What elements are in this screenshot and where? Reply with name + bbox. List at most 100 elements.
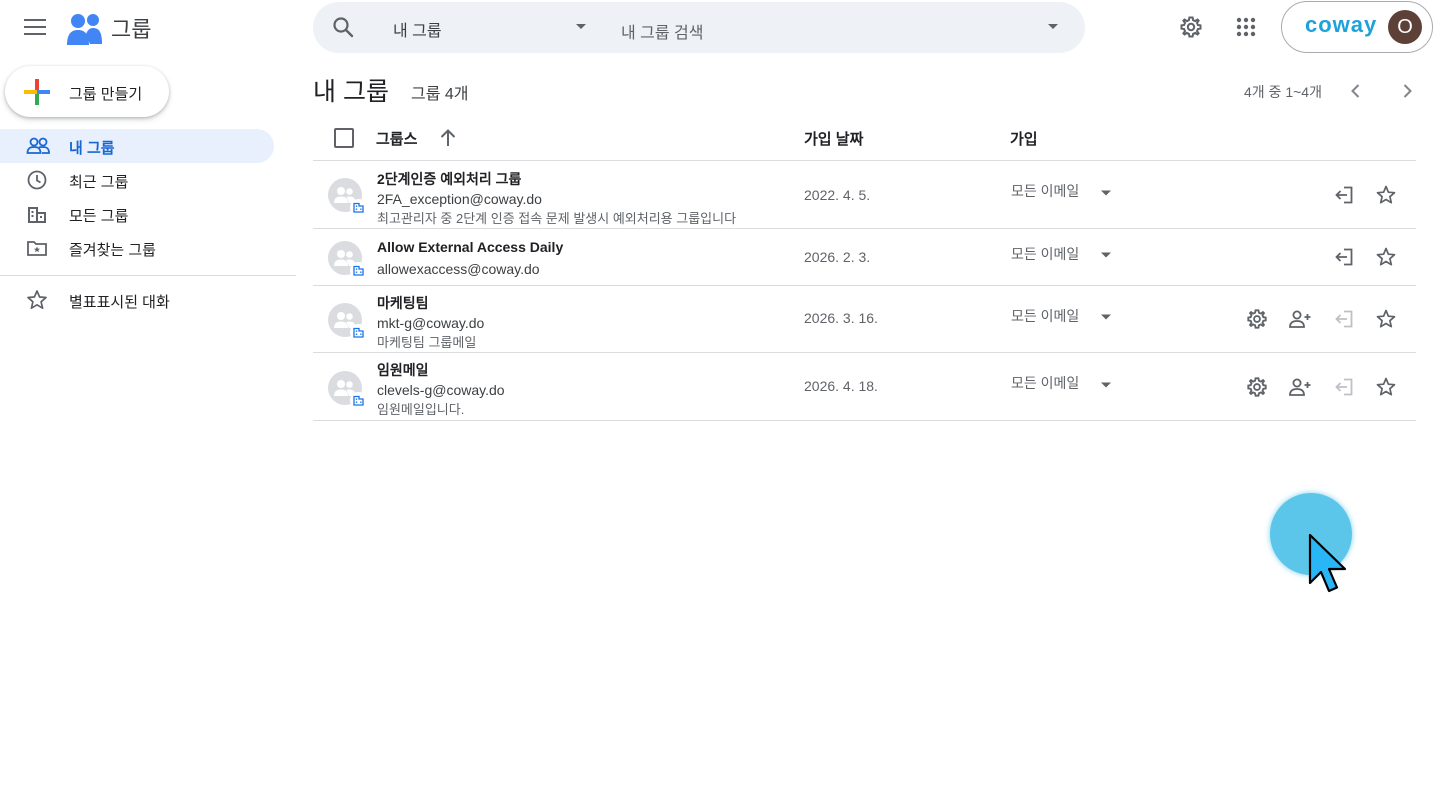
star-button[interactable]	[1374, 307, 1398, 331]
add-member-button[interactable]	[1288, 375, 1312, 399]
person-add-icon	[1289, 310, 1311, 328]
hamburger-icon	[24, 19, 46, 35]
app-title[interactable]: 그룹	[111, 12, 151, 44]
account-switcher[interactable]: coway O	[1281, 1, 1433, 53]
search-scope-select[interactable]: 내 그룹	[393, 17, 442, 41]
table-row[interactable]: 임원메일 clevels-g@coway.do 임원메일입니다. 2026. 4…	[313, 352, 1416, 421]
group-description: 마케팅팀 그룹메일	[377, 335, 477, 350]
sidebar-item-label: 별표표시된 대화	[69, 294, 170, 311]
subscription-select[interactable]: 모든 이메일	[1011, 373, 1079, 393]
sort-ascending-icon[interactable]	[437, 127, 459, 149]
group-avatar-icon	[328, 303, 367, 341]
star-button[interactable]	[1374, 245, 1398, 269]
exit-icon	[1335, 186, 1353, 204]
sidebar-divider	[0, 275, 296, 276]
next-page-button[interactable]	[1395, 79, 1419, 103]
manage-group-button[interactable]	[1245, 375, 1269, 399]
exit-icon	[1335, 310, 1353, 328]
search-bar[interactable]: 내 그룹 내 그룹 검색	[313, 2, 1085, 53]
star-outline-icon	[26, 289, 48, 311]
table-row[interactable]: 마케팅팀 mkt-g@coway.do 마케팅팀 그룹메일 2026. 3. 1…	[313, 285, 1416, 352]
exit-icon	[1335, 378, 1353, 396]
chevron-down-icon[interactable]	[1100, 382, 1112, 389]
star-button[interactable]	[1374, 375, 1398, 399]
group-avatar-icon	[328, 371, 367, 409]
group-email: allowexaccess@coway.do	[377, 261, 540, 277]
create-group-label: 그룹 만들기	[69, 86, 143, 103]
group-email: clevels-g@coway.do	[377, 382, 505, 398]
search-input[interactable]: 내 그룹 검색	[621, 19, 704, 43]
previous-page-button[interactable]	[1344, 79, 1368, 103]
building-badge-icon	[350, 324, 367, 341]
building-icon	[26, 203, 48, 225]
group-description: 최고관리자 중 2단계 인증 접속 문제 발생시 예외처리용 그룹입니다	[377, 211, 737, 226]
group-avatar-icon	[328, 241, 367, 279]
chevron-down-icon[interactable]	[1100, 190, 1112, 197]
leave-group-button[interactable]	[1332, 183, 1356, 207]
chevron-right-icon	[1403, 84, 1412, 98]
brand-logo: coway	[1305, 12, 1378, 37]
settings-button[interactable]	[1171, 7, 1211, 47]
chevron-down-icon[interactable]	[1100, 252, 1112, 259]
group-name[interactable]: Allow External Access Daily	[377, 239, 563, 255]
create-group-button[interactable]: 그룹 만들기	[5, 66, 169, 117]
table-row[interactable]: Allow External Access Daily allowexacces…	[313, 228, 1416, 285]
sidebar-item-all-groups[interactable]: 모든 그룹	[0, 197, 274, 231]
group-description: 임원메일입니다.	[377, 402, 465, 417]
column-header-joined-date[interactable]: 가입 날짜	[804, 128, 863, 149]
sidebar-item-label: 내 그룹	[69, 140, 115, 157]
leave-group-button-disabled	[1332, 307, 1356, 331]
search-icon[interactable]	[331, 15, 355, 39]
google-apps-button[interactable]	[1226, 7, 1266, 47]
column-header-groups[interactable]: 그룹스	[376, 128, 417, 149]
gear-icon	[1247, 377, 1267, 397]
sidebar-item-label: 최근 그룹	[69, 174, 129, 191]
chevron-down-icon[interactable]	[1100, 314, 1112, 321]
joined-date: 2026. 4. 18.	[804, 378, 878, 394]
chevron-left-icon	[1351, 84, 1360, 98]
folder-star-icon	[26, 237, 48, 259]
subscription-select[interactable]: 모든 이메일	[1011, 181, 1079, 201]
subscription-select[interactable]: 모든 이메일	[1011, 244, 1079, 264]
groups-logo-icon[interactable]	[66, 11, 104, 47]
sidebar-item-favorite-groups[interactable]: 즐겨찾는 그룹	[0, 231, 274, 265]
group-email: mkt-g@coway.do	[377, 315, 485, 331]
top-app-bar: 그룹 내 그룹 내 그룹 검색 coway O	[0, 0, 1438, 56]
building-badge-icon	[350, 392, 367, 409]
joined-date: 2022. 4. 5.	[804, 187, 871, 203]
building-badge-icon	[350, 199, 367, 216]
sidebar-item-label: 즐겨찾는 그룹	[69, 242, 156, 259]
leave-group-button[interactable]	[1332, 245, 1356, 269]
mouse-pointer-icon	[1308, 533, 1350, 595]
subscription-select[interactable]: 모든 이메일	[1011, 306, 1079, 326]
group-name[interactable]: 임원메일	[377, 360, 429, 380]
star-button[interactable]	[1374, 183, 1398, 207]
add-member-button[interactable]	[1288, 307, 1312, 331]
group-email: 2FA_exception@coway.do	[377, 191, 542, 207]
sidebar-item-recent-groups[interactable]: 최근 그룹	[0, 163, 274, 197]
chevron-down-icon[interactable]	[575, 23, 587, 31]
pagination-range: 4개 중 1~4개	[1244, 84, 1322, 100]
sidebar-item-starred-conversations[interactable]: 별표표시된 대화	[0, 283, 274, 317]
person-add-icon	[1289, 378, 1311, 396]
main-menu-button[interactable]	[15, 7, 55, 47]
group-count: 그룹 4개	[411, 86, 469, 103]
page-title: 내 그룹	[313, 78, 389, 106]
avatar[interactable]: O	[1388, 10, 1422, 44]
star-outline-icon	[1376, 185, 1396, 204]
group-name[interactable]: 마케팅팀	[377, 293, 429, 313]
building-badge-icon	[350, 262, 367, 279]
manage-group-button[interactable]	[1245, 307, 1269, 331]
sidebar-item-my-groups[interactable]: 내 그룹	[0, 129, 274, 163]
table-row[interactable]: 2단계인증 예외처리 그룹 2FA_exception@coway.do 최고관…	[313, 160, 1416, 228]
group-name[interactable]: 2단계인증 예외처리 그룹	[377, 169, 521, 189]
joined-date: 2026. 2. 3.	[804, 249, 871, 265]
group-avatar-icon	[328, 178, 367, 216]
joined-date: 2026. 3. 16.	[804, 310, 878, 326]
column-header-subscription: 가입	[1010, 131, 1038, 148]
clock-icon	[26, 169, 48, 191]
star-outline-icon	[1376, 377, 1396, 396]
search-options-dropdown-icon[interactable]	[1047, 23, 1059, 31]
people-icon	[26, 135, 50, 157]
select-all-checkbox[interactable]	[334, 128, 354, 148]
